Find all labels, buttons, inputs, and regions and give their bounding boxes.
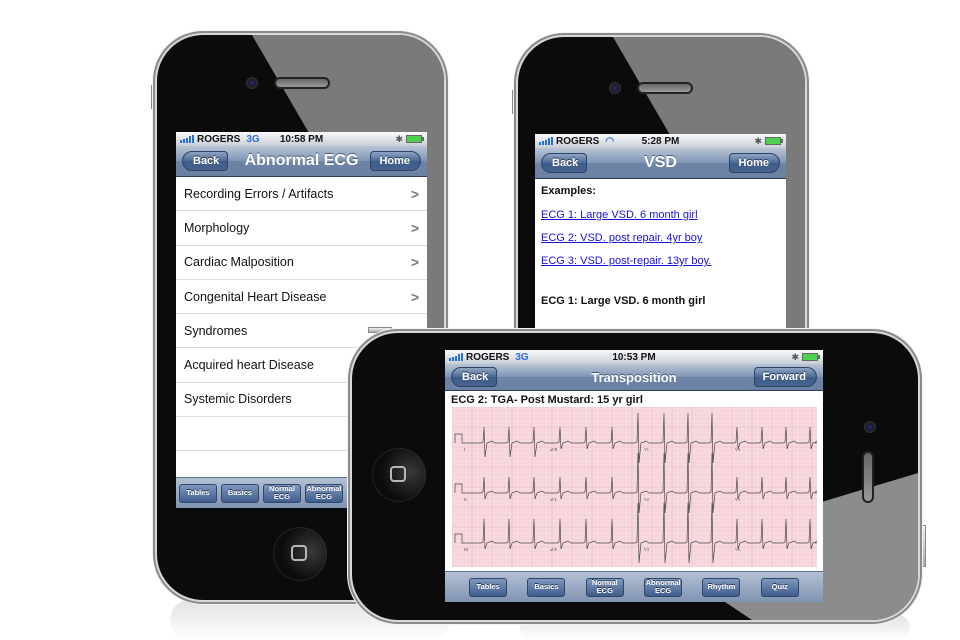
list-item[interactable]: Recording Errors / Artifacts > — [176, 177, 427, 212]
front-camera — [609, 82, 621, 94]
chevron-right-icon: > — [410, 254, 419, 271]
ecg-lead-label: I — [464, 447, 466, 452]
back-button[interactable]: Back — [451, 367, 498, 387]
tab-basics[interactable]: Basics — [221, 483, 259, 503]
tab-bar: Tables Basics Normal ECG Abnormal ECG Rh… — [445, 571, 823, 602]
status-bar: ROGERS 3G 10:58 PM ✱ — [176, 132, 427, 146]
back-button[interactable]: Back — [541, 153, 588, 173]
examples-heading: Examples: — [541, 185, 597, 197]
power-button — [920, 525, 926, 567]
chevron-right-icon: > — [410, 185, 419, 202]
ecg-lead-label: V3 — [644, 547, 649, 552]
battery-icon — [406, 135, 424, 143]
bluetooth-icon: ✱ — [754, 135, 762, 146]
ecg-lead-label: V2 — [644, 497, 649, 502]
ecg-lead-label: V6 — [735, 547, 740, 552]
section-heading: ECG 1: Large VSD. 6 month girl — [541, 295, 706, 307]
page-title: VSD — [644, 154, 677, 171]
phone-landscape: ROGERS 3G 10:53 PM ✱ Back Transposition … — [352, 333, 918, 620]
battery-icon — [765, 137, 783, 145]
tab-quiz[interactable]: Quiz — [760, 577, 799, 597]
volume-button — [368, 327, 392, 333]
list-item-label: Systemic Disorders — [184, 392, 292, 407]
page-title: Abnormal ECG — [244, 152, 359, 169]
ecg-lead-label: V4 — [735, 447, 740, 452]
front-camera — [864, 421, 876, 433]
forward-button[interactable]: Forward — [753, 367, 817, 387]
home-button-hardware[interactable] — [372, 448, 426, 502]
ecg-lead-label: II — [464, 497, 467, 502]
ecg-lead-label: V5 — [735, 497, 740, 502]
back-button[interactable]: Back — [182, 151, 229, 171]
list-item-label: Morphology — [184, 220, 250, 235]
list-item-label: Congenital Heart Disease — [184, 289, 327, 304]
list-item-label: Acquired heart Disease — [184, 358, 314, 373]
list-item-label: Syndromes — [184, 323, 248, 338]
list-item[interactable]: Cardiac Malposition > — [176, 246, 427, 280]
list-item[interactable]: Morphology > — [176, 211, 427, 246]
example-link[interactable]: ECG 1: Large VSD. 6 month girl — [541, 209, 780, 221]
earpiece-speaker — [637, 82, 693, 94]
content: Examples: ECG 1: Large VSD. 6 month girl… — [535, 179, 786, 313]
ecg-lead-label: aVF — [550, 547, 558, 552]
home-button[interactable]: Home — [729, 153, 780, 173]
clock: 10:58 PM — [279, 133, 324, 145]
status-bar: ROGERS ◠ 5:28 PM ✱ — [535, 134, 786, 148]
example-link[interactable]: ECG 2: VSD. post repair. 4yr boy — [541, 232, 780, 244]
tab-abnormal-ecg[interactable]: Abnormal ECG — [305, 483, 343, 503]
battery-icon — [802, 353, 820, 361]
tab-normal-ecg[interactable]: Normal ECG — [585, 577, 624, 597]
chevron-right-icon: > — [410, 288, 419, 305]
list-item[interactable]: Congenital Heart Disease > — [176, 280, 427, 315]
home-button[interactable]: Home — [370, 151, 421, 171]
clock: 5:28 PM — [641, 135, 680, 147]
ecg-tracing[interactable]: IaVR V1 V4 II aVL V2 V5 III aVF V3 V6 — [452, 407, 817, 567]
bluetooth-icon: ✱ — [395, 133, 403, 144]
ecg-lead-label: aVL — [550, 497, 558, 502]
ecg-lead-label: V1 — [644, 447, 649, 452]
page-title: Transposition — [591, 369, 677, 385]
screen: ROGERS 3G 10:53 PM ✱ Back Transposition … — [445, 350, 823, 602]
list-item-label: Cardiac Malposition — [184, 255, 294, 270]
earpiece-speaker — [274, 77, 330, 89]
front-camera — [246, 77, 258, 89]
home-button-hardware[interactable] — [273, 527, 327, 581]
earpiece-speaker — [862, 451, 874, 503]
chevron-right-icon: > — [410, 219, 419, 236]
list-item-label: Recording Errors / Artifacts — [184, 186, 334, 201]
nav-bar: Back Transposition Forward — [445, 364, 823, 391]
nav-bar: Back VSD Home — [535, 148, 786, 179]
bluetooth-icon: ✱ — [791, 351, 799, 362]
status-bar: ROGERS 3G 10:53 PM ✱ — [445, 350, 823, 364]
tab-basics[interactable]: Basics — [527, 577, 566, 597]
tab-tables[interactable]: Tables — [179, 483, 217, 503]
clock: 10:53 PM — [612, 351, 656, 363]
tab-abnormal-ecg[interactable]: Abnormal ECG — [644, 577, 683, 597]
tab-tables[interactable]: Tables — [469, 577, 508, 597]
ecg-lead-label: aVR — [550, 447, 558, 452]
example-link[interactable]: ECG 3: VSD. post-repair. 13yr boy. — [541, 255, 780, 267]
nav-bar: Back Abnormal ECG Home — [176, 146, 427, 177]
tab-rhythm[interactable]: Rhythm — [702, 577, 741, 597]
tab-normal-ecg[interactable]: Normal ECG — [263, 483, 301, 503]
ecg-lead-label: III — [464, 547, 469, 552]
